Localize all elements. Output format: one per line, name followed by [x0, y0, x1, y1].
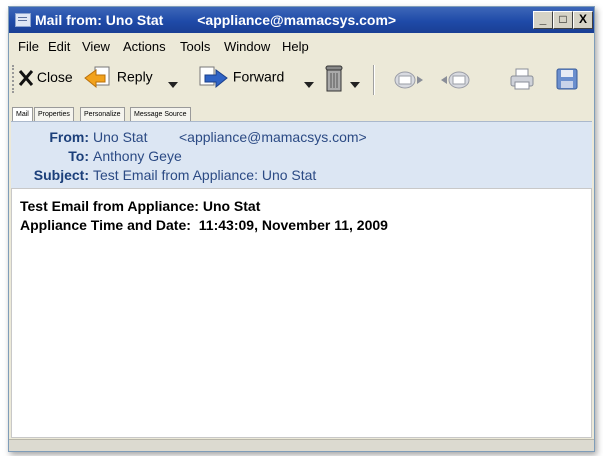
forward-icon: [199, 66, 228, 89]
tab-properties[interactable]: Properties: [34, 107, 74, 121]
menu-actions[interactable]: Actions: [123, 39, 166, 54]
floppy-disk-icon: [556, 68, 578, 90]
to-value[interactable]: Anthony Geye: [93, 148, 182, 164]
previous-message-icon: [441, 71, 470, 89]
toolbar: Close Reply Forward: [9, 59, 594, 103]
title-sender-name: Uno Stat: [105, 12, 164, 28]
title-bar[interactable]: Mail from: Uno Stat <appliance@mamacsys.…: [9, 7, 594, 33]
toolbar-grip: [12, 65, 18, 93]
forward-button[interactable]: Forward: [197, 65, 284, 91]
menu-file[interactable]: File: [18, 39, 39, 54]
line2-value: 11:43:09, November 11, 2009: [198, 217, 388, 233]
from-label: From:: [49, 129, 89, 145]
body-line-1: Test Email from Appliance: Uno Stat: [20, 198, 260, 214]
reply-dropdown[interactable]: [168, 75, 178, 91]
delete-button[interactable]: [323, 63, 345, 96]
chevron-down-icon: [304, 82, 314, 88]
minimize-button[interactable]: _: [533, 11, 553, 29]
forward-dropdown[interactable]: [304, 75, 314, 91]
title-prefix: Mail from:: [35, 12, 102, 28]
tab-message-source[interactable]: Message Source: [130, 107, 191, 121]
from-name[interactable]: Uno Stat: [93, 129, 147, 145]
mail-app-icon: [15, 13, 31, 27]
mail-window: Mail from: Uno Stat <appliance@mamacsys.…: [8, 6, 595, 452]
reply-icon: [84, 66, 110, 89]
menu-edit[interactable]: Edit: [48, 39, 70, 54]
from-address[interactable]: <appliance@mamacsys.com>: [179, 129, 367, 145]
maximize-button[interactable]: □: [553, 11, 573, 29]
message-header: From: Uno Stat <appliance@mamacsys.com> …: [11, 121, 592, 189]
close-window-button[interactable]: X: [573, 11, 593, 29]
menu-tools[interactable]: Tools: [180, 39, 210, 54]
chevron-down-icon: [350, 82, 360, 88]
body-line-2: Appliance Time and Date: 11:43:09, Novem…: [20, 217, 388, 233]
next-message-button[interactable]: [393, 68, 425, 95]
trash-can-icon: [325, 65, 343, 92]
delete-dropdown[interactable]: [350, 75, 360, 91]
message-body[interactable]: Test Email from Appliance: Uno Stat Appl…: [11, 188, 592, 438]
close-label: Close: [36, 69, 73, 85]
line1-value: Uno Stat: [202, 198, 261, 214]
title-sender-address: <appliance@mamacsys.com>: [197, 12, 397, 28]
reply-label: Reply: [116, 68, 153, 85]
menu-window[interactable]: Window: [224, 39, 270, 54]
tab-mail[interactable]: Mail: [12, 107, 33, 121]
close-x-icon: [18, 70, 34, 87]
menu-help[interactable]: Help: [282, 39, 309, 54]
status-bar: [9, 439, 594, 451]
menu-view[interactable]: View: [82, 39, 110, 54]
subject-value: Test Email from Appliance: Uno Stat: [93, 167, 317, 183]
forward-label: Forward: [232, 68, 285, 85]
close-button[interactable]: Close: [18, 69, 73, 87]
printer-icon: [510, 68, 534, 90]
reply-button[interactable]: Reply: [83, 65, 153, 91]
previous-message-button[interactable]: [439, 68, 471, 95]
chevron-down-icon: [168, 82, 178, 88]
subject-label: Subject:: [33, 167, 89, 183]
tab-personalize[interactable]: Personalize: [80, 107, 125, 121]
next-message-icon: [394, 71, 423, 89]
to-label: To:: [68, 148, 89, 164]
line2-label: Appliance Time and Date:: [20, 217, 191, 233]
print-button[interactable]: [509, 67, 535, 94]
window-title: Mail from: Uno Stat <appliance@mamacsys.…: [35, 12, 396, 28]
toolbar-separator: [373, 65, 375, 95]
line1-label: Test Email from Appliance:: [20, 198, 199, 214]
save-button[interactable]: [555, 67, 579, 94]
